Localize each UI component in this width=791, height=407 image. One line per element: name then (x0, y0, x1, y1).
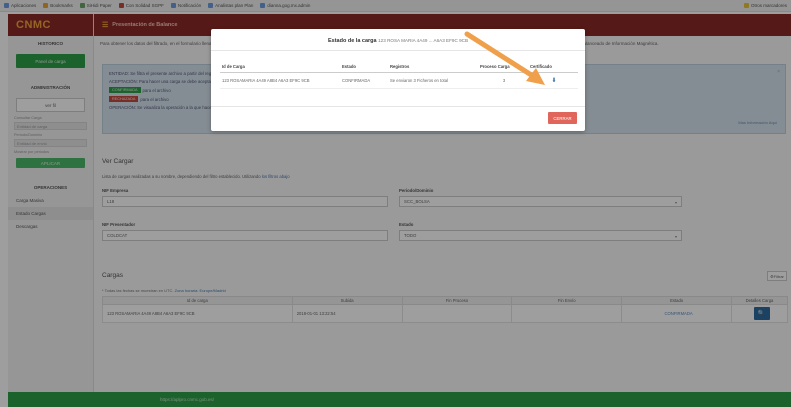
column-header: Estado (340, 62, 388, 73)
divider (211, 106, 585, 107)
cell-certificado: ⬇ (528, 72, 578, 89)
cell-proceso: 3 (478, 72, 528, 89)
divider (211, 50, 585, 51)
estado-carga-modal: Estado de la carga 123 ROSA MARIA 4A49 .… (211, 29, 585, 131)
column-header: Id de Carga (220, 62, 340, 73)
column-header: Certificado (528, 62, 578, 73)
column-header: Registros (388, 62, 478, 73)
close-button[interactable]: CERRAR (548, 112, 577, 124)
column-header: Proceso Carga (478, 62, 528, 73)
cell-registros: Se enviaron 3 Ficheros en total (388, 72, 478, 89)
cell-id: 123 ROSAMARIA 4A49 A8B4 A6A3 EF9C 9CB (220, 72, 340, 89)
table-row: 123 ROSAMARIA 4A49 A8B4 A6A3 EF9C 9CB CO… (220, 72, 578, 89)
download-icon[interactable]: ⬇ (551, 78, 556, 84)
modal-title: Estado de la carga 123 ROSA MARIA 4A49 .… (327, 38, 469, 44)
cell-estado: CONFIRMADA (340, 72, 388, 89)
modal-table: Id de Carga Estado Registros Proceso Car… (220, 62, 578, 89)
